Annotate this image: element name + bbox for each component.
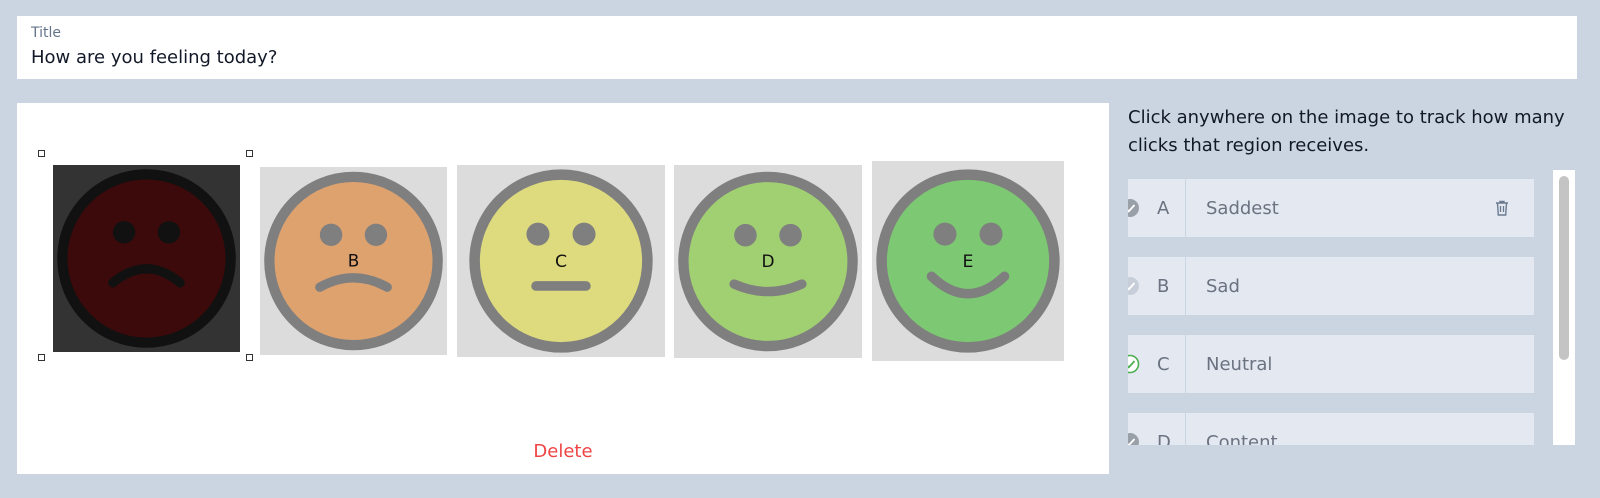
region-list-item-d[interactable]: D Content — [1128, 413, 1534, 445]
region-letter-label: D — [761, 251, 774, 271]
resize-handle-bottom-left[interactable] — [38, 354, 45, 361]
title-field-value[interactable]: How are you feeling today? — [31, 46, 1563, 70]
region-label-input[interactable]: Saddest — [1186, 198, 1492, 219]
region-label-input[interactable]: Neutral — [1186, 354, 1534, 375]
face-c-icon: C — [469, 169, 653, 353]
emoji-region-d[interactable]: D — [674, 165, 862, 358]
emoji-region-b[interactable]: B — [260, 167, 447, 355]
region-letter-label: C — [555, 252, 567, 272]
region-key: A — [1157, 197, 1170, 219]
title-field-label: Title — [31, 25, 62, 41]
check-circle-icon[interactable] — [1128, 276, 1140, 296]
region-list-item-a[interactable]: A Saddest — [1128, 179, 1534, 237]
region-label-input[interactable]: Content — [1186, 432, 1534, 446]
emoji-region-a[interactable] — [53, 165, 240, 352]
region-label-input[interactable]: Sad — [1186, 276, 1534, 297]
trash-icon[interactable] — [1492, 198, 1512, 218]
list-scrollbar[interactable] — [1553, 170, 1575, 445]
region-list-item-b[interactable]: B Sad — [1128, 257, 1534, 315]
emoji-region-c[interactable]: C — [457, 165, 665, 357]
check-circle-icon[interactable] — [1128, 354, 1140, 374]
resize-handle-top-right[interactable] — [246, 150, 253, 157]
region-key: D — [1157, 431, 1171, 446]
check-circle-icon[interactable] — [1128, 198, 1140, 218]
region-list[interactable]: A Saddest B Sad C Neutral D Content — [1128, 170, 1536, 445]
check-circle-icon[interactable] — [1128, 432, 1140, 445]
region-key: C — [1157, 353, 1170, 375]
scrollbar-thumb[interactable] — [1559, 176, 1569, 360]
instructions-text: Click anywhere on the image to track how… — [1128, 107, 1565, 156]
region-letter-label: E — [963, 252, 974, 272]
region-key: B — [1157, 275, 1170, 297]
region-letter-label: B — [348, 251, 360, 271]
image-canvas[interactable]: B C D E Delete — [17, 103, 1109, 474]
face-a-icon — [57, 169, 236, 348]
region-list-item-c[interactable]: C Neutral — [1128, 335, 1534, 393]
title-field[interactable]: Title How are you feeling today? — [17, 16, 1577, 79]
face-d-icon: D — [678, 171, 858, 352]
resize-handle-bottom-right[interactable] — [246, 354, 253, 361]
delete-region-button[interactable]: Delete — [17, 441, 1109, 462]
resize-handle-top-left[interactable] — [38, 150, 45, 157]
face-b-icon: B — [264, 171, 443, 351]
face-e-icon: E — [876, 169, 1060, 353]
emoji-region-e[interactable]: E — [872, 161, 1064, 361]
